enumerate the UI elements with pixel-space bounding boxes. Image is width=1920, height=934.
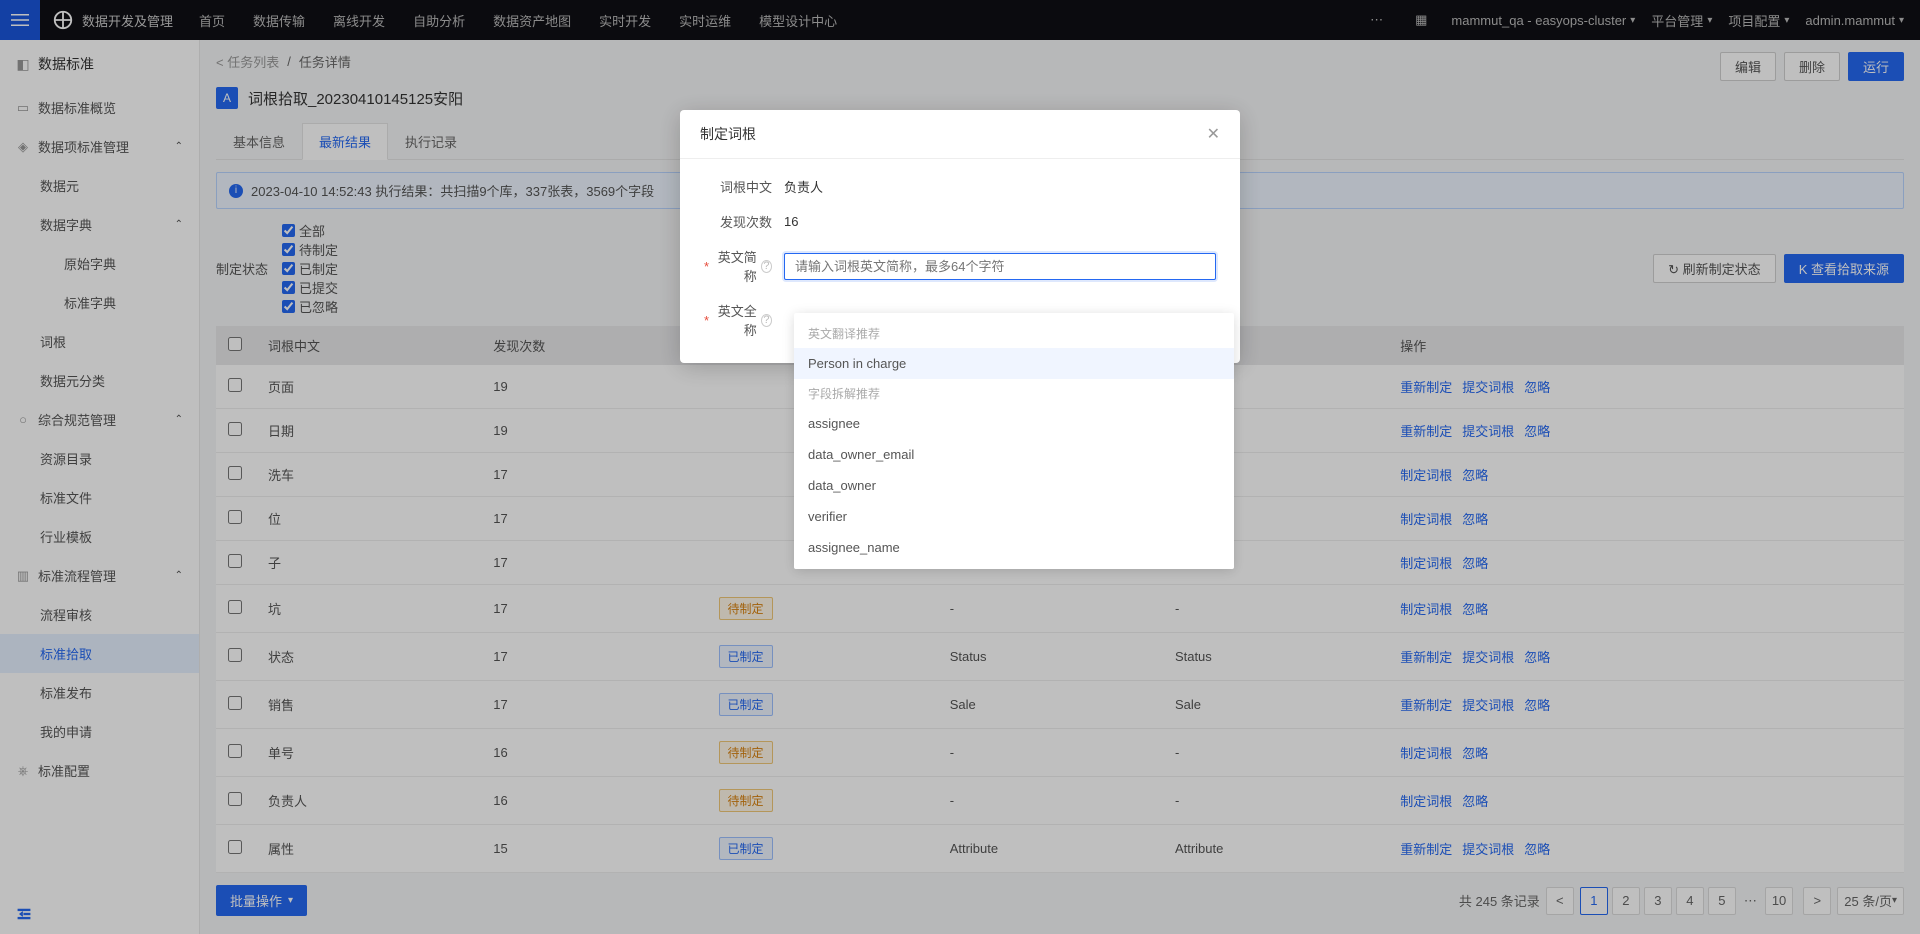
dropdown-section-fieldsplit: 字段拆解推荐 bbox=[794, 379, 1234, 408]
help-icon[interactable]: ? bbox=[761, 260, 772, 273]
field-full-label: *英文全称? bbox=[704, 301, 784, 339]
dropdown-item-field-1[interactable]: data_owner_email bbox=[794, 439, 1234, 470]
dropdown-section-translate: 英文翻译推荐 bbox=[794, 319, 1234, 348]
field-abbr-label: *英文简称? bbox=[704, 247, 784, 285]
dropdown-item-field-2[interactable]: data_owner bbox=[794, 470, 1234, 501]
help-icon[interactable]: ? bbox=[761, 314, 772, 327]
suggestion-dropdown: 英文翻译推荐 Person in charge 字段拆解推荐 assigneed… bbox=[794, 313, 1234, 569]
dropdown-item-field-0[interactable]: assignee bbox=[794, 408, 1234, 439]
field-count-value: 16 bbox=[784, 214, 1216, 229]
dropdown-item-field-3[interactable]: verifier bbox=[794, 501, 1234, 532]
modal-title: 制定词根 bbox=[700, 124, 756, 144]
dropdown-item-translate-0[interactable]: Person in charge bbox=[794, 348, 1234, 379]
dropdown-item-field-4[interactable]: assignee_name bbox=[794, 532, 1234, 563]
abbr-input[interactable] bbox=[784, 253, 1216, 280]
field-cn-value: 负责人 bbox=[784, 177, 1216, 196]
field-count-label: 发现次数 bbox=[704, 212, 784, 231]
field-cn-label: 词根中文 bbox=[704, 177, 784, 196]
modal-close-button[interactable]: ✕ bbox=[1207, 124, 1220, 144]
